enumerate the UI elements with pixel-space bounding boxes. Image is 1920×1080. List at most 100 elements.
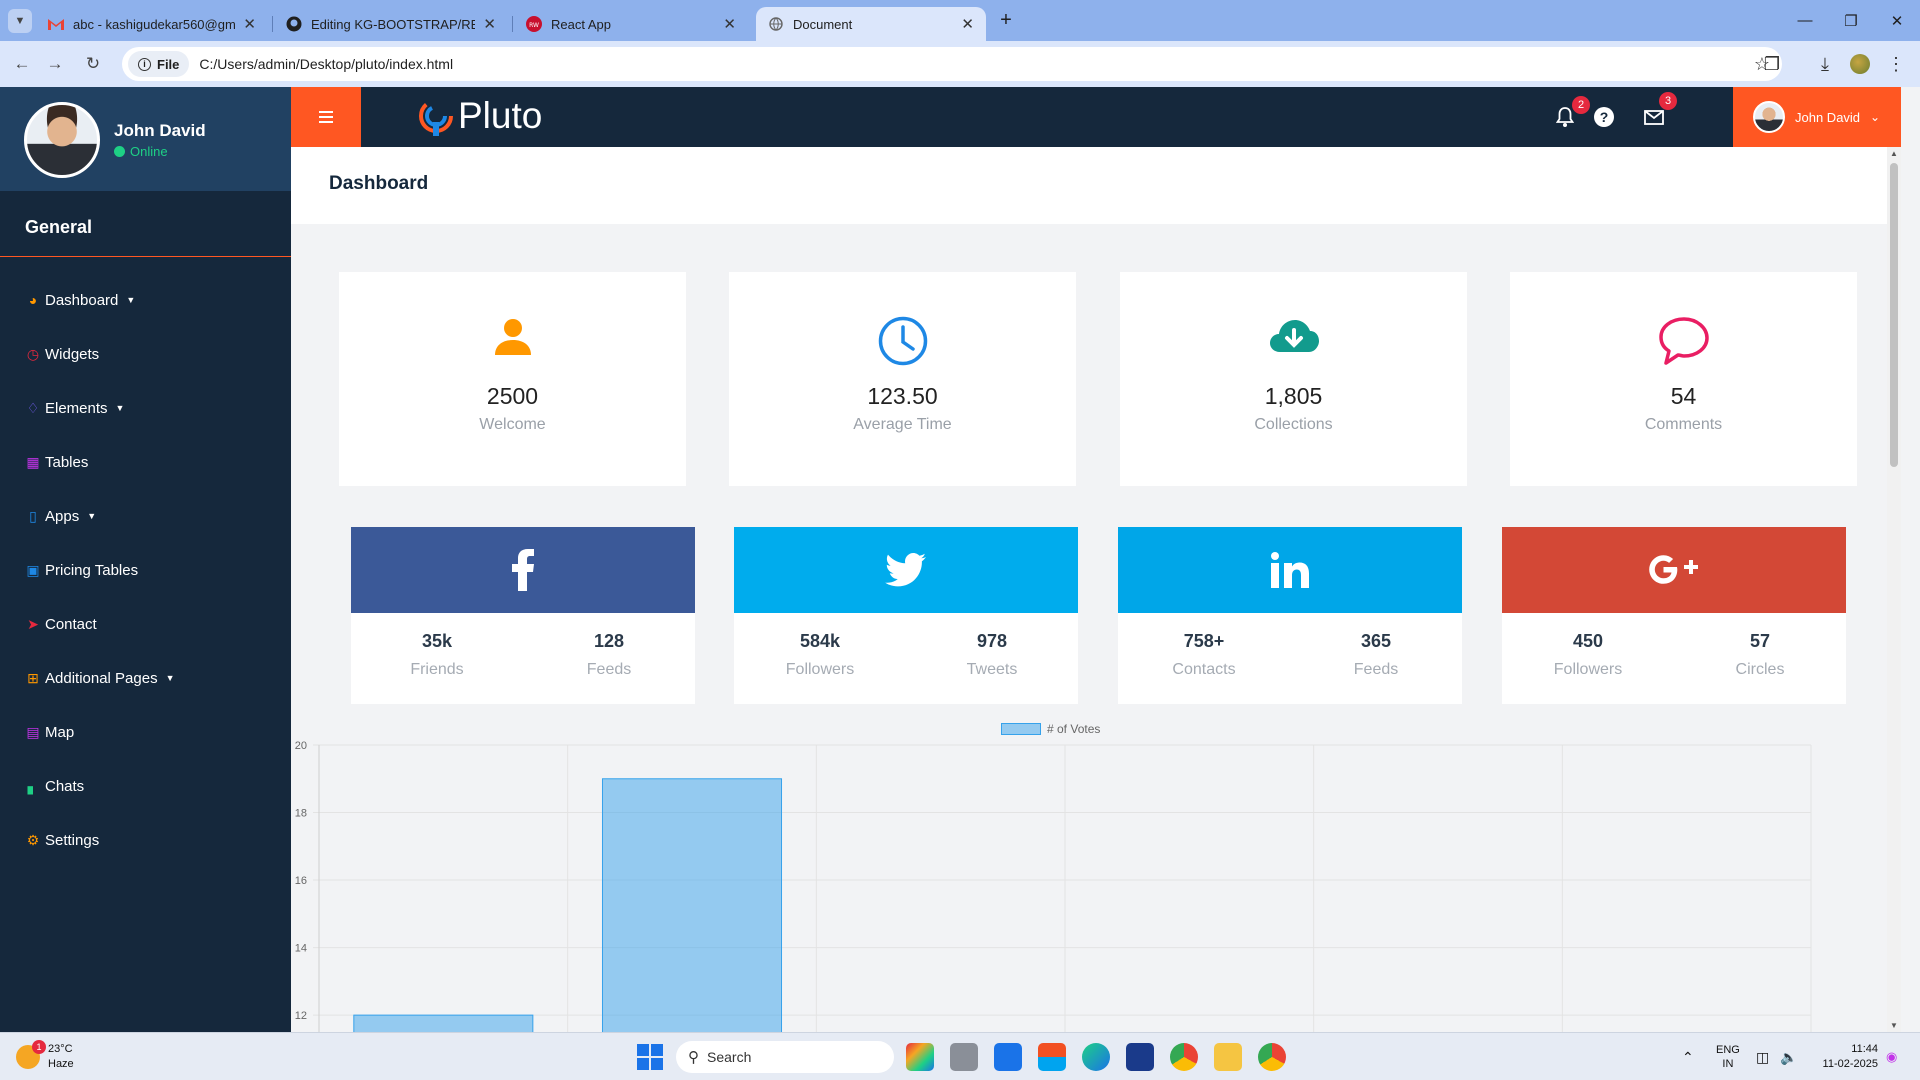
sidebar-item-dashboard[interactable]: ◕ Dashboard ▼ [0, 273, 291, 327]
tab-gmail[interactable]: abc - kashigudekar560@gmail.c ✕ [36, 7, 268, 41]
minimize-icon[interactable]: — [1782, 0, 1828, 41]
close-icon[interactable]: ✕ [723, 15, 736, 33]
briefcase-icon: ▣ [26, 561, 40, 578]
notifications-bell-icon[interactable]: 2 [1552, 96, 1590, 130]
social-stat-value: 365 [1360, 631, 1392, 651]
close-icon[interactable]: ✕ [961, 15, 974, 33]
social-stat: 584k Followers [734, 631, 906, 679]
sidebar-item-chats[interactable]: ▖ Chats [0, 759, 291, 813]
tab-title: Document [793, 16, 853, 32]
close-icon[interactable]: ✕ [243, 15, 256, 33]
show-hidden-icons[interactable]: ⌃ [1682, 1033, 1694, 1080]
avatar [1753, 101, 1785, 133]
task-view-icon[interactable] [950, 1043, 978, 1071]
sidebar-item-label: Settings [45, 831, 100, 849]
linkedin-band[interactable] [1118, 527, 1462, 613]
counter-label: Collections [1254, 416, 1333, 433]
sidebar-item-label: Tables [45, 453, 89, 471]
menu-dots-icon[interactable]: ⋮ [1885, 53, 1907, 75]
sidebar-item-label: Chats [45, 777, 85, 795]
address-bar[interactable]: i File C:/Users/admin/Desktop/pluto/inde… [122, 47, 1782, 81]
sidebar-item-elements[interactable]: ♢ Elements ▼ [0, 381, 291, 435]
sidebar-item-label: Apps [45, 507, 80, 525]
messages-envelope-icon[interactable]: 3 [1641, 92, 1677, 130]
close-icon[interactable]: ✕ [483, 15, 496, 33]
pluto-logo[interactable]: Pluto [418, 95, 542, 137]
search-icon: ⚲ [688, 1049, 699, 1066]
sidebar-item-label: Widgets [45, 345, 100, 363]
social-stat: 128 Feeds [523, 631, 695, 679]
sidebar-item-map[interactable]: ▤ Map [0, 705, 291, 759]
profile-icon[interactable] [1849, 53, 1871, 75]
reload-icon[interactable]: ↻ [82, 53, 104, 75]
social-stat-label: Followers [785, 661, 855, 678]
tab-document[interactable]: Document ✕ [756, 7, 986, 41]
new-tab-button[interactable]: + [995, 9, 1017, 31]
scroll-down-icon[interactable]: ▼ [1890, 1021, 1898, 1030]
scrollbar-thumb[interactable] [1890, 163, 1898, 467]
sidebar-section-title: General [0, 191, 291, 257]
dev-app-icon[interactable] [1126, 1043, 1154, 1071]
extensions-icon[interactable]: ❐ [1761, 53, 1783, 75]
mail-app-icon[interactable] [994, 1043, 1022, 1071]
restore-icon[interactable]: ❐ [1828, 0, 1874, 41]
clock-icon: ◷ [26, 345, 40, 362]
hamburger-menu-icon[interactable] [291, 87, 361, 147]
caret-down-icon: ▼ [165, 673, 175, 683]
tab-react-app[interactable]: RW React App ✕ [514, 7, 748, 41]
sidebar-item-contact[interactable]: ➤ Contact [0, 597, 291, 651]
sidebar-item-apps[interactable]: ▯ Apps ▼ [0, 489, 291, 543]
file-explorer-icon[interactable] [1214, 1043, 1242, 1071]
back-icon[interactable]: ← [11, 53, 33, 75]
volume-icon[interactable]: 🔈 [1780, 1033, 1797, 1080]
download-icon[interactable]: ⤓ [1814, 53, 1836, 75]
topbar-user-name: John David [1795, 109, 1861, 125]
sidebar-item-pricing-tables[interactable]: ▣ Pricing Tables [0, 543, 291, 597]
tab-search-button[interactable]: ▼ [8, 9, 32, 33]
info-icon: i [138, 57, 151, 71]
page-header: Dashboard [291, 147, 1887, 224]
sidebar-item-additional-pages[interactable]: ⊞ Additional Pages ▼ [0, 651, 291, 705]
close-window-icon[interactable]: ✕ [1874, 0, 1920, 41]
paint-app-icon[interactable] [906, 1043, 934, 1071]
weather-widget[interactable]: 1 23°C Haze [16, 1033, 74, 1080]
google-plus-band[interactable] [1502, 527, 1846, 613]
file-chip-label: File [157, 56, 180, 72]
counter-value: 123.50 [867, 383, 938, 409]
site-info-chip[interactable]: i File [128, 51, 190, 77]
network-icon[interactable]: ◫ [1756, 1033, 1769, 1080]
pluto-logo-icon [419, 99, 453, 136]
map-icon: ▤ [26, 723, 40, 740]
help-question-icon[interactable]: ? [1591, 104, 1617, 130]
facebook-band[interactable] [351, 527, 695, 613]
counter-card-average-time: 123.50 Average Time [729, 272, 1076, 486]
edge-browser-icon[interactable] [1082, 1043, 1110, 1071]
topbar: Pluto 2 ? 3 John David ⌄ [291, 87, 1901, 147]
store-app-icon[interactable] [1038, 1043, 1066, 1071]
page-scrollbar[interactable]: ▲ ▼ [1887, 147, 1901, 1032]
chrome-browser-icon[interactable] [1170, 1043, 1198, 1071]
gmail-icon [48, 16, 64, 32]
notification-bell-icon[interactable]: ◉ [1886, 1033, 1897, 1080]
chrome-active-icon[interactable] [1258, 1043, 1286, 1071]
sidebar-item-tables[interactable]: ▦ Tables [0, 435, 291, 489]
sidebar-item-widgets[interactable]: ◷ Widgets [0, 327, 291, 381]
weather-haze-icon: 1 [16, 1040, 46, 1069]
forward-icon[interactable]: → [44, 53, 66, 75]
clock[interactable]: 11:44 11-02-2025 [1812, 1033, 1878, 1080]
google-plus-icon [1649, 555, 1698, 584]
scroll-up-icon[interactable]: ▲ [1890, 149, 1898, 158]
tab-github[interactable]: Editing KG-BOOTSTRAP/READM ✕ [274, 7, 508, 41]
taskbar-search[interactable]: ⚲ Search [676, 1041, 894, 1073]
url-text: C:/Users/admin/Desktop/pluto/index.html [199, 56, 454, 72]
weather-desc: Haze [48, 1058, 74, 1070]
page-title: Dashboard [329, 173, 429, 194]
twitter-band[interactable] [734, 527, 1078, 613]
user-menu-button[interactable]: John David ⌄ [1733, 87, 1901, 147]
language-indicator[interactable]: ENG IN [1716, 1033, 1740, 1080]
y-tick-label: 12 [295, 1010, 307, 1022]
sidebar-item-settings[interactable]: ⚙ Settings [0, 813, 291, 867]
windows-start-icon[interactable] [636, 1043, 664, 1071]
bar[interactable] [353, 1014, 534, 1032]
bar[interactable] [601, 778, 783, 1032]
